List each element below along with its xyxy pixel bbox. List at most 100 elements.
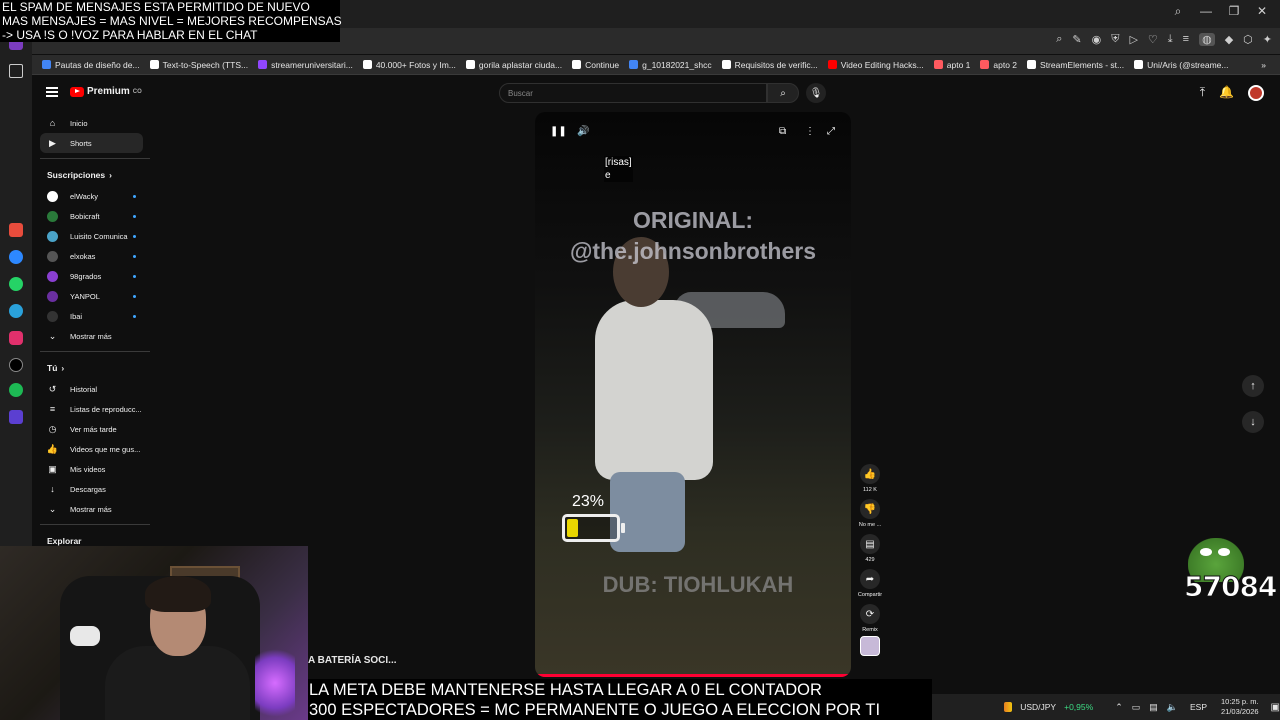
language-indicator[interactable]: ESP [1190, 702, 1207, 712]
show-more-button[interactable]: ⌄ Mostrar más [40, 326, 150, 346]
avatar[interactable] [1248, 85, 1264, 101]
bookmark-item[interactable]: Continue [572, 60, 619, 70]
remix-icon[interactable]: ⟳ [860, 604, 880, 624]
fullscreen-icon[interactable]: ⤢ [827, 126, 835, 137]
bookmark-item[interactable]: Pautas de diseño de... [42, 60, 140, 70]
comment-action[interactable]: ▤ 429 [857, 534, 883, 563]
sidebar-item-you[interactable]: 👍 Videos que me gus... [40, 439, 150, 459]
star-icon[interactable] [9, 64, 23, 78]
sidebar-item-you[interactable]: ↓ Descargas [40, 479, 150, 499]
download-icon[interactable]: ⤓ [1168, 33, 1173, 46]
instagram-icon[interactable] [9, 331, 23, 345]
app-icon[interactable] [9, 410, 23, 424]
share-action[interactable]: ➦ Compartir [857, 569, 883, 598]
shorts-video-player[interactable]: ❚❚ 🔊 ⧉ ⋮ ⤢ [risas] e ORIGINAL: @the.john… [535, 112, 851, 677]
network-icon[interactable]: ▤ [1149, 702, 1158, 713]
heart-icon[interactable]: ♡ [1148, 33, 1158, 46]
sidebar-item-channel[interactable]: YANPOL [40, 286, 150, 306]
captions-icon[interactable]: ⧉ [779, 126, 786, 137]
search-button[interactable]: ⌕ [767, 83, 799, 103]
bell-icon[interactable]: 🔔 [1219, 85, 1234, 101]
sidebar-item-shorts[interactable]: ▶ Shorts [40, 133, 143, 153]
bookmark-item[interactable]: Text-to-Speech (TTS... [149, 60, 248, 70]
like-icon[interactable]: 👍 [860, 464, 880, 484]
sidebar-item-inicio[interactable]: ⌂ Inicio [40, 113, 150, 133]
voice-search-button[interactable]: 🎙 [806, 83, 826, 103]
sidebar-item-channel[interactable]: Bobicraft [40, 206, 150, 226]
currency-pair[interactable]: USD/JPY [1020, 702, 1056, 712]
currency-icon [1004, 702, 1013, 712]
bookmark-item[interactable]: 40.000+ Fotos y Im... [362, 60, 456, 70]
subscriptions-header[interactable]: Suscripciones › [40, 164, 150, 186]
sound-thumbnail[interactable] [860, 636, 880, 656]
sidebar-item-label: Shorts [70, 138, 92, 148]
pause-icon[interactable]: ❚❚ [550, 126, 567, 137]
ai-icon[interactable]: ✦ [1263, 33, 1272, 46]
bookmark-item[interactable]: StreamElements - st... [1027, 60, 1124, 70]
youtube-logo[interactable]: Premium CO [70, 86, 142, 97]
previous-short-button[interactable]: ↑ [1242, 375, 1264, 397]
sidebar-item-you[interactable]: ▣ Mis videos [40, 459, 150, 479]
search-icon[interactable]: ⌕ [1170, 4, 1186, 19]
shield-icon[interactable]: ⛨ [1111, 33, 1119, 46]
dislike-icon[interactable]: 👎 [860, 499, 880, 519]
edit-icon[interactable]: ✎ [1072, 33, 1081, 46]
bookmark-item[interactable]: streameruniversitari... [258, 60, 353, 70]
minimize-icon[interactable]: — [1198, 4, 1214, 19]
bookmark-item[interactable]: Requisitos de verific... [721, 60, 818, 70]
play-icon[interactable]: ▷ [1129, 33, 1137, 46]
extension-icon[interactable]: ◆ [1225, 33, 1233, 46]
sidebar-item-channel[interactable]: 98grados [40, 266, 150, 286]
camera-icon[interactable]: ◉ [1092, 33, 1102, 46]
bookmark-item[interactable]: Uni/Aris (@streame... [1134, 60, 1229, 70]
sidebar-item-channel[interactable]: elxokas [40, 246, 150, 266]
upload-icon[interactable]: ⤒ [1200, 85, 1205, 101]
chevron-right-icon[interactable]: » [1261, 60, 1266, 70]
volume-icon[interactable]: 🔈 [1167, 702, 1178, 713]
sidebar-item-channel[interactable]: Luisito Comunica [40, 226, 150, 246]
sidebar-item-channel[interactable]: elWacky [40, 186, 150, 206]
dislike-action[interactable]: 👎 No me ... [857, 499, 883, 528]
show-more-button[interactable]: ⌄ Mostrar más [40, 499, 150, 519]
sidebar-item-channel[interactable]: Ibai [40, 306, 150, 326]
bookmark-item[interactable]: Video Editing Hacks... [827, 60, 924, 70]
clock[interactable]: 10:25 p. m. 21/03/2026 [1221, 697, 1259, 717]
sidebar-item-you[interactable]: ≡ Listas de reproducc... [40, 399, 150, 419]
notification-icon[interactable]: ▣ [1271, 702, 1280, 713]
zoom-icon[interactable]: ⌕ [1056, 33, 1062, 46]
video-original-watermark: ORIGINAL: @the.johnsonbrothers [535, 205, 851, 267]
restore-icon[interactable]: ❐ [1226, 4, 1242, 19]
close-icon[interactable]: ✕ [1254, 4, 1270, 19]
country-code: CO [132, 88, 142, 95]
bookmark-item[interactable]: apto 2 [980, 60, 1017, 70]
messenger-icon[interactable] [9, 250, 23, 264]
x-icon[interactable] [9, 358, 23, 372]
bookmark-item[interactable]: apto 1 [933, 60, 970, 70]
whatsapp-icon[interactable] [9, 277, 23, 291]
video-progress-bar[interactable] [535, 674, 851, 677]
telegram-icon[interactable] [9, 304, 23, 318]
bookmark-item[interactable]: gorila aplastar ciuda... [465, 60, 562, 70]
gmail-icon[interactable] [9, 223, 23, 237]
sidebar-item-you[interactable]: ↺ Historial [40, 379, 150, 399]
volume-icon[interactable]: 🔊 [577, 126, 589, 137]
comment-icon[interactable]: ▤ [860, 534, 880, 554]
bookmark-item[interactable]: g_10182021_shcc [629, 60, 712, 70]
menu-icon[interactable]: ≡ [1183, 33, 1189, 46]
remix-action[interactable]: ⟳ Remix [857, 604, 883, 656]
bookmark-label: apto 2 [993, 59, 1018, 70]
spotify-icon[interactable] [9, 383, 23, 397]
you-header[interactable]: Tú › [40, 357, 150, 379]
more-icon[interactable]: ⋮ [805, 126, 815, 137]
search-input[interactable]: Buscar [499, 83, 767, 103]
like-action[interactable]: 👍 112 K [857, 464, 883, 493]
share-icon[interactable]: ➦ [860, 569, 880, 589]
menu-icon[interactable] [46, 86, 58, 97]
sidebar-item-you[interactable]: ◷ Ver más tarde [40, 419, 150, 439]
app-tray-icon[interactable]: ▭ [1132, 702, 1141, 713]
next-short-button[interactable]: ↓ [1242, 411, 1264, 433]
profile-icon[interactable]: ◍ [1199, 33, 1215, 46]
cube-icon[interactable]: ⬡ [1243, 33, 1253, 46]
chevron-up-icon[interactable]: ⌃ [1115, 702, 1123, 713]
subscriptions-title: Suscripciones [47, 170, 106, 180]
